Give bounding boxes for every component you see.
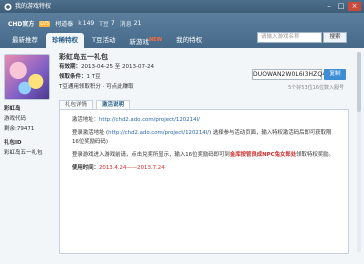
copy-button[interactable]: 复制 xyxy=(324,69,346,80)
usage-time-label: 使用时间： xyxy=(72,165,99,171)
step-2-pre: 登录游戏进入游戏前请，点击兑奖所显示，输入16位奖励码即可到 xyxy=(72,152,230,158)
window-titlebar: 我的游戏特权 – □ × xyxy=(0,0,364,13)
tab-new-games[interactable]: 新游戏NEW xyxy=(123,33,168,48)
condition-label: 领取条件： xyxy=(59,74,87,80)
stat-message-label: 消息 xyxy=(119,21,132,28)
tab-latest[interactable]: 最新推荐 xyxy=(6,33,44,48)
usage-time-value: 2013.4.24——2013.7.24 xyxy=(98,165,165,171)
game-name: 彩虹岛 xyxy=(4,106,21,112)
close-button[interactable]: × xyxy=(348,2,361,11)
stat-message-value[interactable]: 21 xyxy=(134,20,142,27)
stat-k-label: k xyxy=(78,20,82,27)
tab-new-games-label: 新游戏 xyxy=(129,38,149,47)
user-name[interactable]: 柯道泰 xyxy=(55,19,73,28)
stat-tdou-label: T豆 xyxy=(99,21,109,28)
stat-tdou-value: 7 xyxy=(110,20,115,27)
usage-time: 使用时间：2013.4.24——2013.7.24 xyxy=(72,164,338,173)
maximize-button[interactable]: □ xyxy=(336,2,346,11)
step-2: 登录游戏进入游戏前请，点击兑奖所显示，输入16位奖励码即可到金库按管良成NPC兔… xyxy=(72,151,338,160)
tab-rare-privileges[interactable]: 珍稀特权 xyxy=(46,33,84,48)
valid-value: 2013-04-25 至 2013-07-24 xyxy=(81,64,154,70)
remaining-count: 剩余:79471 xyxy=(4,126,35,132)
minimize-button[interactable]: – xyxy=(324,2,334,11)
gift-title: 彩虹岛五一礼包 xyxy=(59,53,108,61)
valid-label: 有效期： xyxy=(59,64,82,70)
nav-tabs: 最新推荐 珍稀特权 T豆活动 新游戏NEW 我的特权 xyxy=(6,33,208,48)
content-area: 彩虹岛 游戏代码 剩余:79471 礼包ID 彩虹岛五一礼包 彩虹岛五一礼包 有… xyxy=(0,48,364,264)
app-logo-icon xyxy=(4,3,12,10)
step-1-pre: 登录激活地址 ( xyxy=(72,130,109,136)
gift-detail: 彩虹岛五一礼包 有效期：2013-04-25 至 2013-07-24 领取条件… xyxy=(59,52,360,254)
game-cover-image xyxy=(4,54,50,100)
step-2-npc: 金库按管良成NPC兔女郎处 xyxy=(229,152,297,158)
game-code-label: 游戏代码 xyxy=(4,116,27,122)
condition-value: 1 T豆 xyxy=(86,74,101,80)
window-title: 我的游戏特权 xyxy=(15,3,52,10)
search-button[interactable]: 搜索 xyxy=(323,32,347,43)
search-input[interactable]: 请输入游戏名称 xyxy=(257,32,322,43)
new-badge: NEW xyxy=(148,37,163,43)
sidebar-gift-name: 彩虹岛五一礼包 xyxy=(4,150,43,156)
user-info: CHD官方 LV5 柯道泰 k 149 T豆 7 消息 21 xyxy=(8,19,141,28)
gift-code-field[interactable]: DUOWAN2W0L6I3HZQ42 xyxy=(252,69,330,80)
header: CHD官方 LV5 柯道泰 k 149 T豆 7 消息 21 最新推荐 珍稀特权 T豆… xyxy=(0,13,364,48)
scrollbar[interactable] xyxy=(357,52,361,252)
step-2-post: 领取特权奖励。 xyxy=(296,152,334,158)
game-sidebar: 彩虹岛 游戏代码 剩余:79471 礼包ID 彩虹岛五一礼包 xyxy=(4,54,54,158)
activation-url-label: 激活地址： xyxy=(72,117,99,123)
stat-k-value: 149 xyxy=(82,20,95,27)
brand-label: CHD官方 xyxy=(8,21,35,28)
tab-my-privileges[interactable]: 我的特权 xyxy=(170,33,208,48)
tab-tdou-activity[interactable]: T豆活动 xyxy=(86,33,121,48)
code-hint: 5个好53位16位数入服号 xyxy=(288,85,344,91)
step-1: 登录激活地址 (http://chd2.ado.com/project/1202… xyxy=(72,129,338,147)
user-level-badge: LV5 xyxy=(39,20,51,27)
activation-url-line: 激活地址：http://chd2.ado.com/project/120214l… xyxy=(72,116,338,125)
activation-url-link[interactable]: http://chd2.ado.com/project/120214l/ xyxy=(99,117,200,123)
activation-panel: 激活地址：http://chd2.ado.com/project/120214l… xyxy=(59,109,349,254)
gift-id-label: 礼包ID xyxy=(4,140,22,146)
step-1-link[interactable]: http://chd2.ado.com/project/120214l/ xyxy=(108,130,209,136)
scrollbar-thumb[interactable] xyxy=(357,52,361,112)
